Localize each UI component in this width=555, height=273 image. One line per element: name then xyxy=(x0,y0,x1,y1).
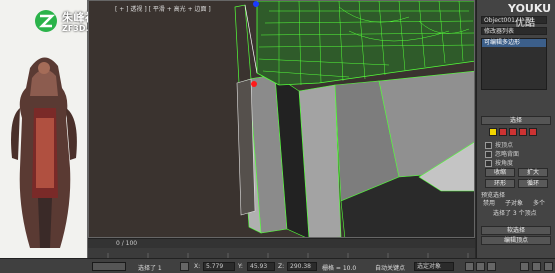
youku-logo-cn: 优酷 xyxy=(515,18,535,29)
preview-subobject-radio[interactable]: 子对象 xyxy=(505,198,523,207)
maxscript-listener[interactable] xyxy=(92,262,126,271)
stack-item-editable-poly[interactable]: 可编辑多边形 xyxy=(482,39,546,47)
go-to-end-icon[interactable] xyxy=(487,262,496,271)
object-name-field[interactable]: Object001 xyxy=(481,16,547,24)
edit-vertices-rollout[interactable]: 编辑顶点 xyxy=(481,236,551,245)
x-coord-label: X: xyxy=(194,263,201,270)
status-bar: 选择了 1 X: 5.779 Y: 45.93 Z: 290.38 栅格 = 1… xyxy=(0,258,555,273)
track-bar[interactable] xyxy=(88,248,475,263)
reference-image-panel xyxy=(0,0,88,258)
y-coord-label: Y: xyxy=(238,263,243,270)
shrink-button[interactable]: 收缩 xyxy=(485,168,515,177)
watermark-logo-icon xyxy=(35,10,57,32)
by-vertex-checkbox[interactable]: 按顶点 xyxy=(485,140,513,149)
orbit-icon[interactable] xyxy=(532,262,541,271)
viewport-mesh xyxy=(234,1,474,237)
element-mode-icon[interactable] xyxy=(529,128,537,136)
time-slider[interactable]: 0 / 100 xyxy=(88,238,475,248)
preview-multi-radio[interactable]: 多个 xyxy=(533,198,545,207)
z-coord-field[interactable]: 290.38 xyxy=(287,262,317,271)
frame-counter: 0 / 100 xyxy=(116,240,138,247)
loop-button[interactable]: 循环 xyxy=(518,179,548,188)
maximize-viewport-icon[interactable] xyxy=(544,262,553,271)
modifier-stack[interactable]: 可编辑多边形 xyxy=(481,38,547,90)
auto-key-button[interactable]: 自动关键点 xyxy=(375,263,405,272)
perspective-viewport[interactable]: [ + ] 透视 ] [ 平滑 + 高光 + 边面 ] xyxy=(88,0,475,238)
selected-object-dropdown[interactable]: 选定对象 xyxy=(414,262,454,271)
modifier-list-dropdown[interactable]: 修改器列表 xyxy=(481,27,547,35)
go-to-start-icon[interactable] xyxy=(465,262,474,271)
x-coord-field[interactable]: 5.779 xyxy=(203,262,235,271)
preview-off-radio[interactable]: 禁用 xyxy=(483,198,495,207)
vertex-mode-icon[interactable] xyxy=(489,128,497,136)
grid-size: 栅格 = 10.0 xyxy=(322,265,357,272)
play-icon[interactable] xyxy=(476,262,485,271)
edge-mode-icon[interactable] xyxy=(499,128,507,136)
subobject-buttons xyxy=(489,128,537,136)
grow-button[interactable]: 扩大 xyxy=(518,168,548,177)
z-coord-label: Z: xyxy=(278,263,285,270)
selection-count: 选择了 3 个顶点 xyxy=(493,210,537,217)
selection-status: 选择了 1 xyxy=(138,265,162,272)
ring-button[interactable]: 环形 xyxy=(485,179,515,188)
by-angle-checkbox[interactable]: 按角度 xyxy=(485,158,513,167)
y-coord-field[interactable]: 45.93 xyxy=(247,262,275,271)
border-mode-icon[interactable] xyxy=(509,128,517,136)
zoom-icon[interactable] xyxy=(520,262,529,271)
lock-selection-icon[interactable] xyxy=(180,262,189,271)
app-window: 朱峰视频教程社区 ZF3D.COM xyxy=(0,0,555,273)
ignore-backface-checkbox[interactable]: 忽略背面 xyxy=(485,149,519,158)
selection-rollout[interactable]: 选择 xyxy=(481,116,551,125)
soft-selection-rollout[interactable]: 软选择 xyxy=(481,226,551,235)
command-panel: Object001 修改器列表 可编辑多边形 选择 按顶点 忽略背面 按角度 收… xyxy=(476,0,555,258)
viewport-label[interactable]: [ + ] 透视 ] [ 平滑 + 高光 + 边面 ] xyxy=(115,4,211,13)
polygon-mode-icon[interactable] xyxy=(519,128,527,136)
reference-character-art xyxy=(11,57,77,248)
